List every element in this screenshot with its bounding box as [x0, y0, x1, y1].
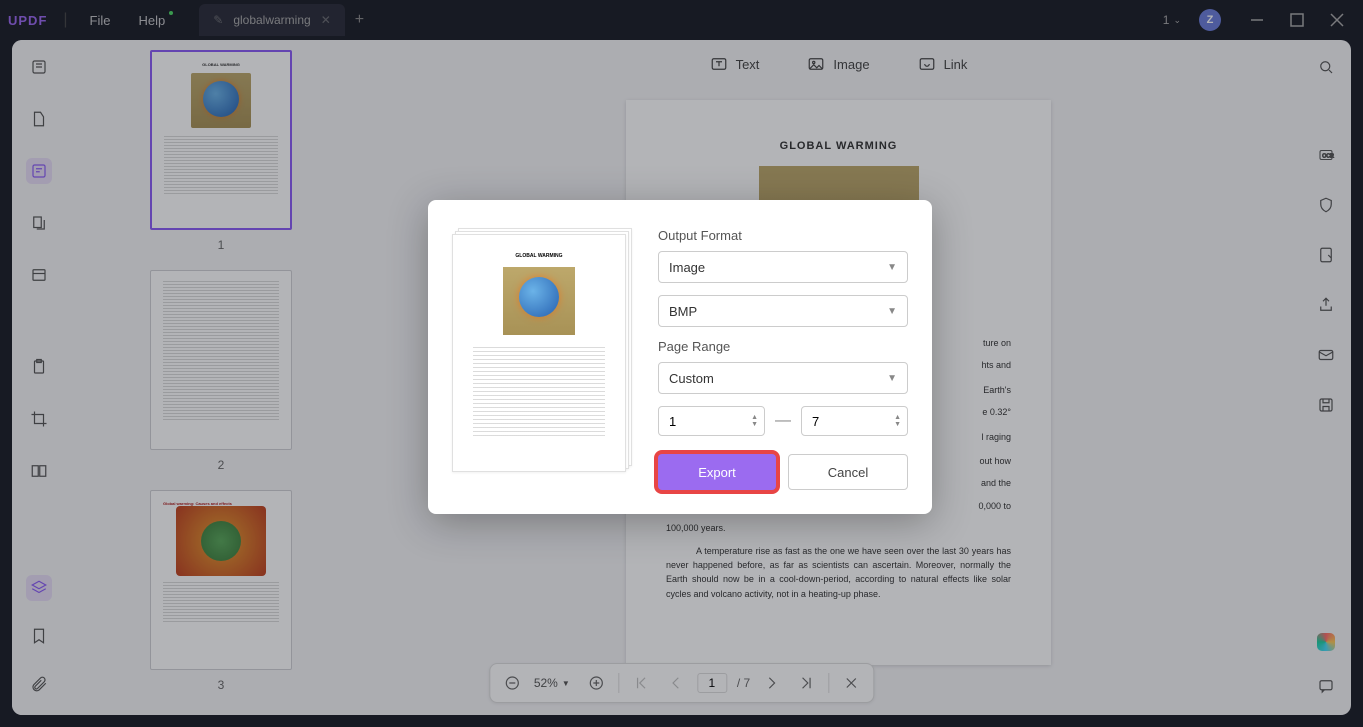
chevron-down-icon: ▼: [887, 373, 897, 384]
range-from-input[interactable]: 1▲▼: [658, 406, 765, 436]
cancel-button[interactable]: Cancel: [788, 454, 908, 490]
dialog-preview: GLOBAL WARMING: [452, 228, 632, 472]
export-dialog: GLOBAL WARMING Output Format Image▼ BMP▼…: [428, 200, 932, 514]
export-button[interactable]: Export: [658, 454, 776, 490]
chevron-down-icon: ▼: [887, 262, 897, 273]
format-select[interactable]: Image▼: [658, 251, 908, 283]
range-select[interactable]: Custom▼: [658, 362, 908, 394]
chevron-down-icon: ▼: [887, 306, 897, 317]
subformat-select[interactable]: BMP▼: [658, 295, 908, 327]
dialog-form: Output Format Image▼ BMP▼ Page Range Cus…: [658, 228, 908, 490]
output-format-label: Output Format: [658, 228, 908, 243]
range-dash: —: [775, 412, 791, 430]
page-range-label: Page Range: [658, 339, 908, 354]
range-to-input[interactable]: 7▲▼: [801, 406, 908, 436]
